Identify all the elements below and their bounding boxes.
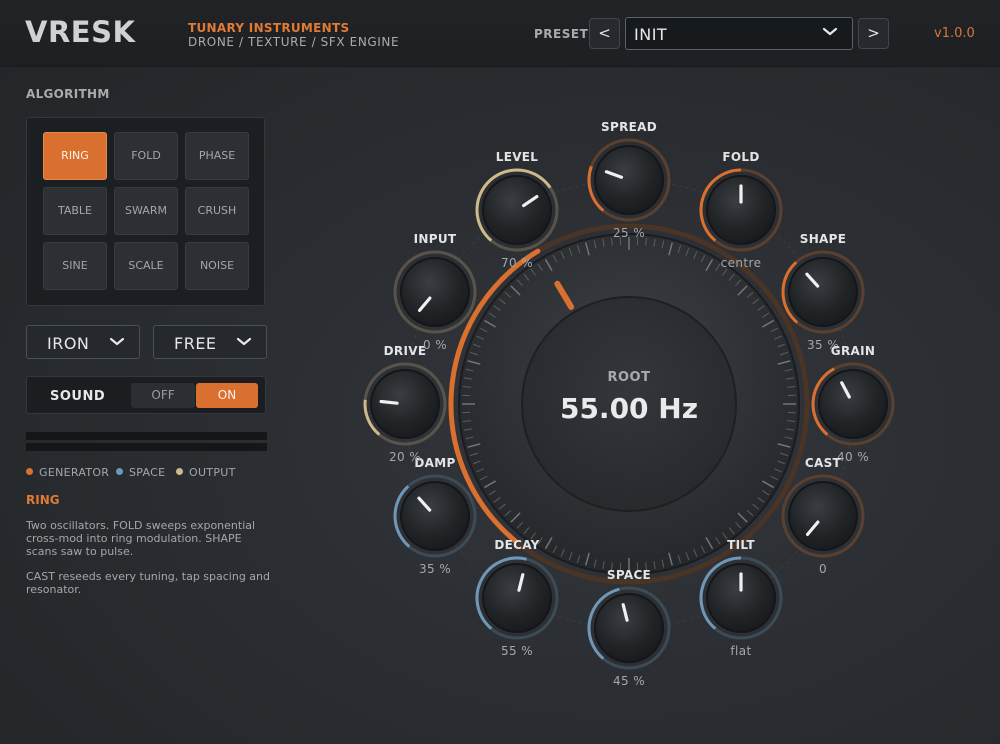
space-knob-value: 45 % [612,674,646,688]
grain-knob-label: GRAIN [830,344,876,358]
root-value: 55.00 Hz [559,392,699,425]
space-knob[interactable] [587,586,671,670]
input-knob-label: INPUT [413,232,457,246]
shape-knob-label: SHAPE [799,232,847,246]
fold-knob-value: centre [720,256,762,270]
spread-knob-value: 25 % [612,226,646,240]
decay-knob-value: 55 % [500,643,534,658]
space-knob-label: SPACE [606,568,652,582]
cast-knob-label: CAST [804,456,842,470]
level-knob-label: LEVEL [495,150,539,164]
grain-knob[interactable] [811,362,895,446]
damp-knob-value: 35 % [418,562,452,576]
spread-knob[interactable] [587,138,671,222]
tilt-knob-label: TILT [727,537,755,552]
fold-knob-label: FOLD [722,150,760,164]
cast-knob-value: 0 [818,562,827,576]
drive-knob-value: 20 % [388,450,422,464]
level-knob-value: 70 % [500,256,534,270]
drive-knob[interactable] [363,362,447,446]
input-knob-value: 0 % [422,338,448,352]
tilt-knob-value: flat [730,643,752,658]
decay-knob-label: DECAY [494,537,540,552]
knob-panel [363,138,895,670]
spread-knob-label: SPREAD [601,120,657,134]
root-label: ROOT [607,370,651,385]
